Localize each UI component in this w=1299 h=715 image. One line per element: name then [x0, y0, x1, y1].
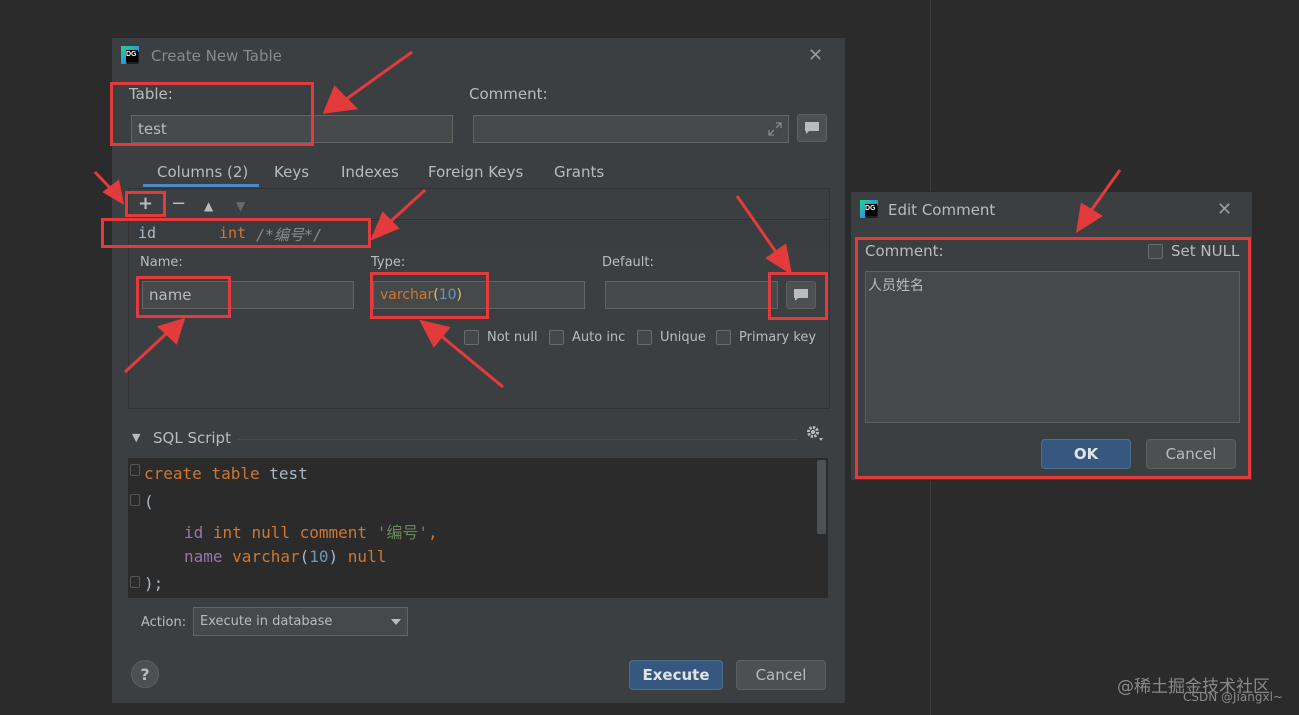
annotation-arrowhead — [322, 85, 359, 114]
annotation-arrow — [123, 330, 170, 374]
watermark-csdn: CSDN @Jiangxl~ — [1183, 690, 1283, 704]
annotation-arrow — [735, 195, 780, 256]
annotation-arrowhead — [1075, 202, 1103, 234]
annotation-arrow — [439, 333, 504, 389]
annotation-arrow — [1088, 169, 1122, 213]
annotation-arrows — [93, 50, 1122, 389]
annotation-arrowhead — [157, 317, 186, 345]
annotation-arrow — [344, 50, 413, 102]
annotation-arrowhead — [765, 243, 793, 276]
annotation-arrow — [388, 188, 427, 224]
annotation-arrowhead — [419, 319, 451, 348]
